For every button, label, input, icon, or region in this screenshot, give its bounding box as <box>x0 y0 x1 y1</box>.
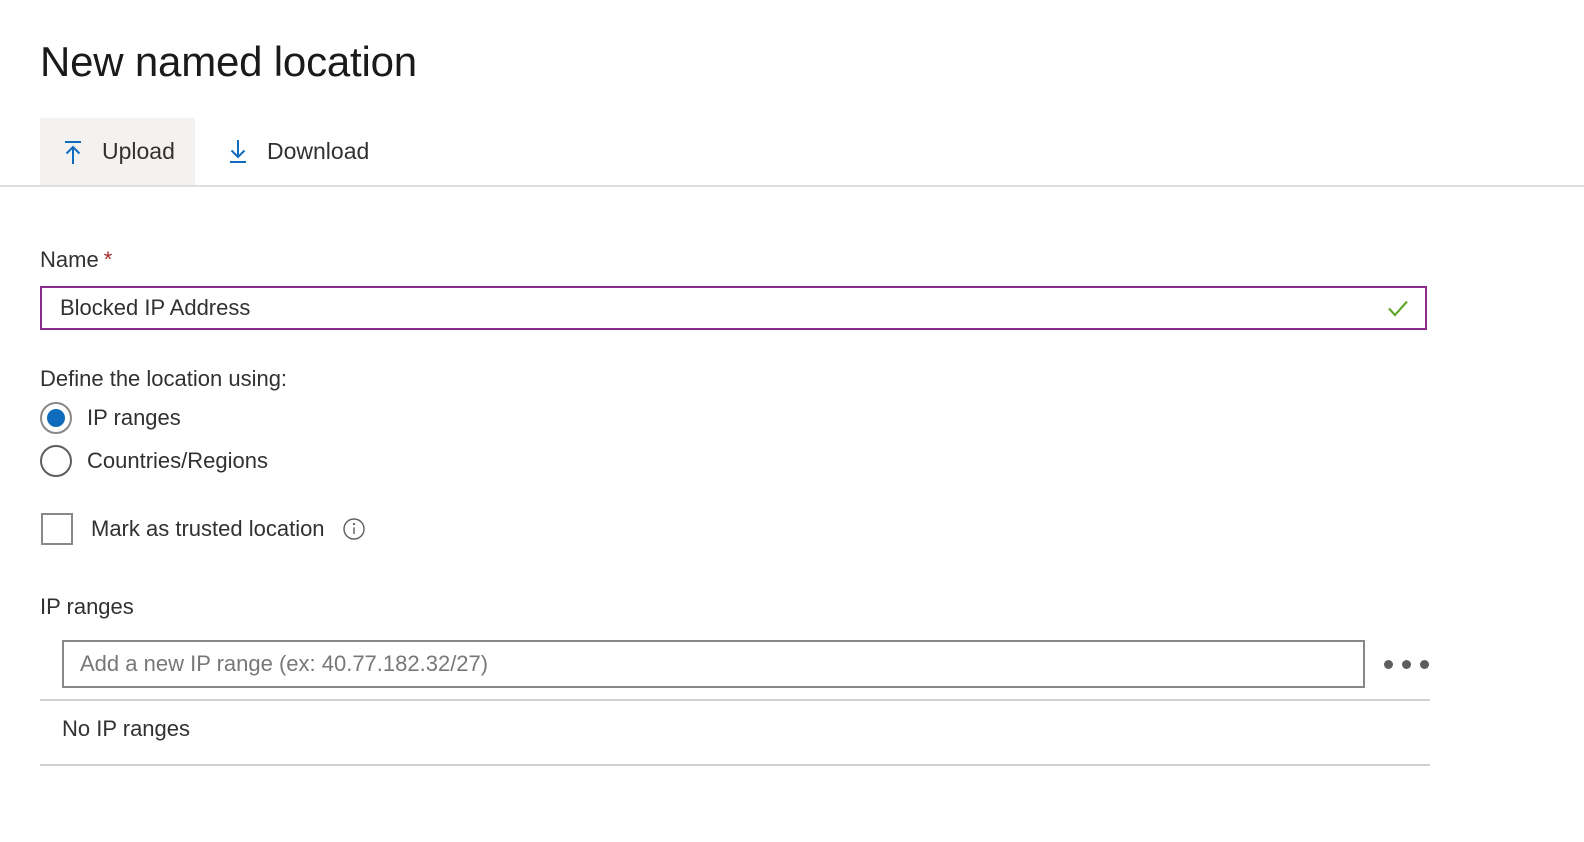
radio-ip-ranges-label: IP ranges <box>87 405 181 430</box>
radio-countries-regions-label: Countries/Regions <box>87 448 268 473</box>
ellipsis-dot <box>1419 659 1429 669</box>
info-icon[interactable] <box>342 517 366 541</box>
ip-ranges-empty-message: No IP ranges <box>62 716 191 741</box>
ip-range-input-row <box>62 640 1442 688</box>
ellipsis-icon[interactable] <box>1375 646 1437 682</box>
download-button[interactable]: Download <box>205 118 389 185</box>
trusted-location-label: Mark as trusted location <box>91 516 325 541</box>
ellipsis-dot <box>1383 659 1393 669</box>
name-field-label: Name * <box>40 247 112 273</box>
download-button-label: Download <box>267 138 370 164</box>
upload-button-label: Upload <box>102 138 175 164</box>
name-input[interactable] <box>42 288 1381 328</box>
name-label-text: Name <box>40 247 99 272</box>
page-title: New named location <box>40 38 417 86</box>
ellipsis-dot <box>1401 659 1411 669</box>
radio-unselected-icon <box>40 445 72 477</box>
checkbox-unchecked-icon[interactable] <box>41 513 73 545</box>
radio-countries-regions[interactable]: Countries/Regions <box>40 445 268 477</box>
download-icon <box>223 137 253 167</box>
list-divider-top <box>40 699 1430 701</box>
command-bar: Upload Download <box>0 118 1584 187</box>
new-named-location-page: New named location Upload Download Name … <box>0 0 1584 842</box>
upload-button[interactable]: Upload <box>40 118 195 185</box>
required-asterisk: * <box>103 247 113 272</box>
name-input-wrapper <box>40 286 1427 330</box>
checkmark-icon <box>1381 291 1415 325</box>
ip-ranges-section-label: IP ranges <box>40 594 134 619</box>
define-location-label: Define the location using: <box>40 366 288 391</box>
radio-selected-icon <box>40 402 72 434</box>
trusted-location-checkbox-row[interactable]: Mark as trusted location <box>41 513 366 545</box>
list-divider-bottom <box>40 764 1430 766</box>
ip-range-input[interactable] <box>62 640 1365 688</box>
radio-ip-ranges[interactable]: IP ranges <box>40 402 181 434</box>
upload-icon <box>58 137 88 167</box>
